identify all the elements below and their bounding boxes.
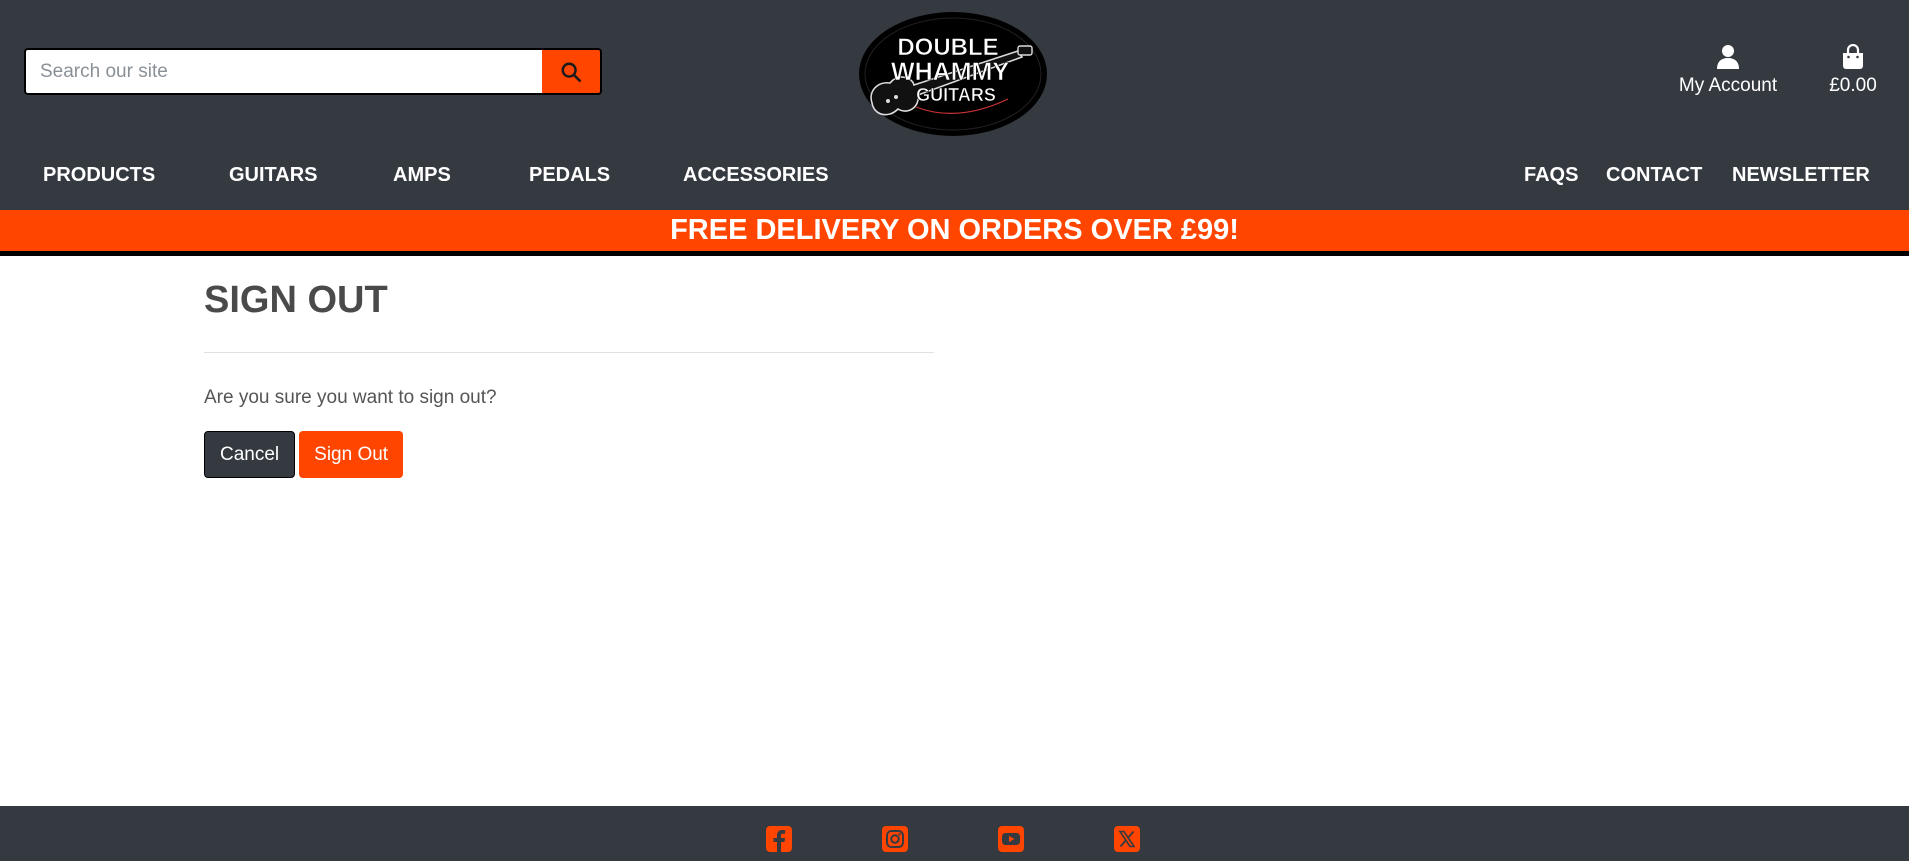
youtube-icon[interactable] (997, 825, 1025, 853)
delivery-banner-text: FREE DELIVERY ON ORDERS OVER £99! (670, 214, 1239, 246)
nav-products[interactable]: PRODUCTS (43, 164, 155, 187)
logo-text-line1: DOUBLE (897, 34, 998, 61)
nav-faqs[interactable]: FAQS (1524, 164, 1578, 187)
nav-amps[interactable]: AMPS (393, 164, 451, 187)
search-input[interactable] (24, 48, 542, 95)
site-footer (0, 806, 1909, 861)
signout-question: Are you sure you want to sign out? (204, 387, 497, 408)
user-icon (1717, 45, 1739, 69)
logo-text-line2: WHAMMY (891, 58, 1009, 86)
x-icon[interactable] (1113, 825, 1141, 853)
facebook-icon[interactable] (765, 825, 793, 853)
cancel-button[interactable]: Cancel (204, 431, 296, 478)
bag-total: £0.00 (1829, 75, 1877, 96)
title-divider (204, 352, 934, 353)
my-account-label: My Account (1678, 75, 1778, 96)
delivery-banner: FREE DELIVERY ON ORDERS OVER £99! (0, 210, 1909, 256)
logo-text-line3: GUITARS (916, 85, 996, 105)
search-form (24, 48, 602, 95)
shopping-bag-icon (1843, 44, 1863, 69)
search-icon (561, 62, 581, 82)
site-logo[interactable]: DOUBLE WHAMMY GUITARS (858, 11, 1048, 137)
nav-contact[interactable]: CONTACT (1606, 164, 1702, 187)
page-title: SIGN OUT (204, 279, 388, 321)
instagram-icon[interactable] (881, 825, 909, 853)
nav-pedals[interactable]: PEDALS (529, 164, 610, 187)
nav-guitars[interactable]: GUITARS (229, 164, 318, 187)
shopping-bag-link[interactable]: £0.00 (1818, 44, 1888, 104)
site-header: DOUBLE WHAMMY GUITARS My Account £0.00 P… (0, 0, 1909, 210)
sign-out-button[interactable]: Sign Out (299, 431, 404, 478)
signout-panel: SIGN OUT Are you sure you want to sign o… (204, 278, 934, 478)
nav-accessories[interactable]: ACCESSORIES (683, 164, 829, 187)
signout-actions: Cancel Sign Out (204, 431, 934, 478)
search-button[interactable] (542, 48, 602, 95)
nav-newsletter[interactable]: NEWSLETTER (1732, 164, 1870, 187)
my-account-link[interactable]: My Account (1672, 44, 1784, 104)
